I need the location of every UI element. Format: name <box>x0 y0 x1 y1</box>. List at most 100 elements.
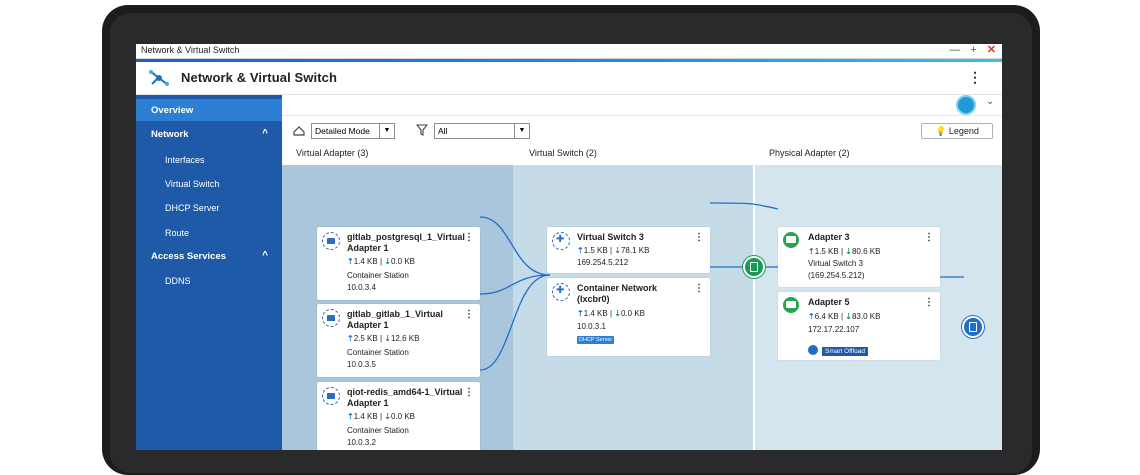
minimize-button[interactable]: — <box>949 44 960 56</box>
virtual-adapter-card[interactable]: qiot-redis_amd64-1_Virtual Adapter 1 ⋮ ⇡… <box>317 382 480 450</box>
card-menu-icon[interactable]: ⋮ <box>694 232 704 243</box>
download-icon: ⇣ <box>845 247 852 256</box>
switch-name: Virtual Switch 3 <box>577 232 644 242</box>
legend-button[interactable]: 💡 Legend <box>921 123 993 139</box>
download-value: 0.0 KB <box>620 309 645 318</box>
virtual-adapter-icon <box>322 387 340 405</box>
upload-value: 1.4 KB <box>353 412 378 421</box>
nas-device-icon[interactable] <box>956 95 976 115</box>
switch-name: Container Network (lxcbr0) <box>577 283 658 304</box>
traffic-stats: ⇡1.4 KB | ⇣0.0 KB <box>347 257 415 267</box>
filter-select-value: All <box>438 126 448 136</box>
download-icon: ⇣ <box>384 334 391 343</box>
download-value: 80.6 KB <box>851 247 881 256</box>
smart-offload-badge: Smart Offload <box>822 347 868 356</box>
upload-value: 1.4 KB <box>353 257 378 266</box>
sidebar-section-network[interactable]: Network ^ <box>136 125 282 145</box>
main-panel: ⌄ Detailed Mode ▼ All ▼ 💡 Legend Virtual… <box>282 95 1002 450</box>
sidebar-item-overview[interactable]: Overview <box>136 99 282 121</box>
adapter-name: gitlab_gitlab_1_Virtual Adapter 1 <box>347 309 443 330</box>
mode-select[interactable]: Detailed Mode ▼ <box>311 123 395 139</box>
divider <box>282 115 1002 116</box>
column-header-physical-adapter: Physical Adapter (2) <box>769 148 850 158</box>
download-value: 83.0 KB <box>851 312 881 321</box>
mode-select-value: Detailed Mode <box>315 126 370 136</box>
column-header-virtual-switch: Virtual Switch (2) <box>529 148 597 158</box>
host-label: Container Station <box>347 426 409 435</box>
physical-adapter-card[interactable]: Adapter 3 ⋮ ⇡1.5 KB | ⇣80.6 KB Virtual S… <box>778 227 940 287</box>
upload-icon: ⇡ <box>577 309 584 318</box>
sidebar-item-label: Network <box>151 129 189 140</box>
traffic-stats: ⇡1.5 KB | ⇣80.6 KB <box>808 247 880 257</box>
ethernet-port-icon <box>783 232 799 248</box>
sidebar-item-dhcp-server[interactable]: DHCP Server <box>136 199 282 219</box>
upload-icon: ⇡ <box>808 247 815 256</box>
dropdown-arrow-icon[interactable]: ▼ <box>379 124 394 138</box>
separator: | <box>379 412 383 421</box>
filter-select[interactable]: All ▼ <box>434 123 530 139</box>
card-menu-icon[interactable]: ⋮ <box>924 232 934 243</box>
download-icon: ⇣ <box>614 309 621 318</box>
legend-label: Legend <box>948 126 979 136</box>
adapter-name: Adapter 3 <box>808 232 850 242</box>
sidebar-item-interfaces[interactable]: Interfaces <box>136 151 282 171</box>
upload-icon: ⇡ <box>347 334 354 343</box>
sidebar-section-access-services[interactable]: Access Services ^ <box>136 247 282 267</box>
lightbulb-icon: 💡 <box>935 126 947 136</box>
card-menu-icon[interactable]: ⋮ <box>464 309 474 320</box>
sidebar-item-label: Interfaces <box>165 155 205 165</box>
upload-value: 1.5 KB <box>814 247 839 256</box>
window-title: Network & Virtual Switch <box>141 45 240 55</box>
download-icon: ⇣ <box>614 246 621 255</box>
card-menu-icon[interactable]: ⋮ <box>464 232 474 243</box>
app-title: Network & Virtual Switch <box>181 70 338 85</box>
download-value: 0.0 KB <box>390 257 415 266</box>
upload-value: 1.5 KB <box>583 246 608 255</box>
ip-address: 10.0.3.2 <box>347 438 376 447</box>
sidebar-item-label: DHCP Server <box>165 203 220 213</box>
card-menu-icon[interactable]: ⋮ <box>924 297 934 308</box>
maximize-button[interactable]: + <box>970 44 976 56</box>
card-menu-icon[interactable]: ⋮ <box>694 283 704 294</box>
upload-icon: ⇡ <box>808 312 815 321</box>
download-value: 78.1 KB <box>620 246 650 255</box>
dropdown-arrow-icon[interactable]: ▼ <box>514 124 529 138</box>
ip-address: 10.0.3.1 <box>577 322 606 331</box>
virtual-adapter-icon <box>322 309 340 327</box>
traffic-stats: ⇡1.4 KB | ⇣0.0 KB <box>577 309 645 319</box>
ip-address: 10.0.3.4 <box>347 283 376 292</box>
ip-address: 172.17.22.107 <box>808 325 860 334</box>
close-button[interactable]: ✕ <box>987 44 996 56</box>
globe-icon <box>808 345 818 355</box>
ip-address: 10.0.3.5 <box>347 360 376 369</box>
sidebar: Overview Network ^ Interfaces Virtual Sw… <box>136 95 282 450</box>
filter-icon <box>416 124 428 136</box>
virtual-adapter-card[interactable]: gitlab_gitlab_1_Virtual Adapter 1 ⋮ ⇡2.5… <box>317 304 480 377</box>
ethernet-port-icon <box>783 297 799 313</box>
ip-address: 169.254.5.212 <box>577 258 629 267</box>
virtual-adapter-card[interactable]: gitlab_postgresql_1_Virtual Adapter 1 ⋮ … <box>317 227 480 300</box>
separator: | <box>840 312 844 321</box>
uplink-port-icon[interactable] <box>743 256 765 278</box>
sidebar-item-ddns[interactable]: DDNS <box>136 272 282 292</box>
adapter-name: Adapter 5 <box>808 297 850 307</box>
sidebar-item-label: Overview <box>151 105 194 116</box>
separator: | <box>609 246 613 255</box>
network-switch-icon <box>149 70 169 86</box>
traffic-stats: ⇡2.5 KB | ⇣12.6 KB <box>347 334 419 344</box>
separator: | <box>840 247 844 256</box>
card-menu-icon[interactable]: ⋮ <box>464 387 474 398</box>
sidebar-item-label: Virtual Switch <box>165 179 220 189</box>
chevron-up-icon: ^ <box>262 128 268 139</box>
physical-adapter-card[interactable]: Adapter 5 ⋮ ⇡6.4 KB | ⇣83.0 KB 172.17.22… <box>778 292 940 360</box>
sidebar-item-route[interactable]: Route <box>136 224 282 244</box>
sidebar-item-label: Route <box>165 228 190 238</box>
adapter-name: gitlab_postgresql_1_Virtual Adapter 1 <box>347 232 465 253</box>
sidebar-item-virtual-switch[interactable]: Virtual Switch <box>136 175 282 195</box>
internet-port-icon[interactable] <box>962 316 984 338</box>
virtual-switch-card[interactable]: Container Network (lxcbr0) ⋮ ⇡1.4 KB | ⇣… <box>547 278 710 356</box>
upload-value: 1.4 KB <box>583 309 608 318</box>
virtual-switch-card[interactable]: Virtual Switch 3 ⋮ ⇡1.5 KB | ⇣78.1 KB 16… <box>547 227 710 273</box>
chevron-down-icon[interactable]: ⌄ <box>986 96 994 107</box>
app-menu-icon[interactable]: ⋮ <box>968 69 982 86</box>
